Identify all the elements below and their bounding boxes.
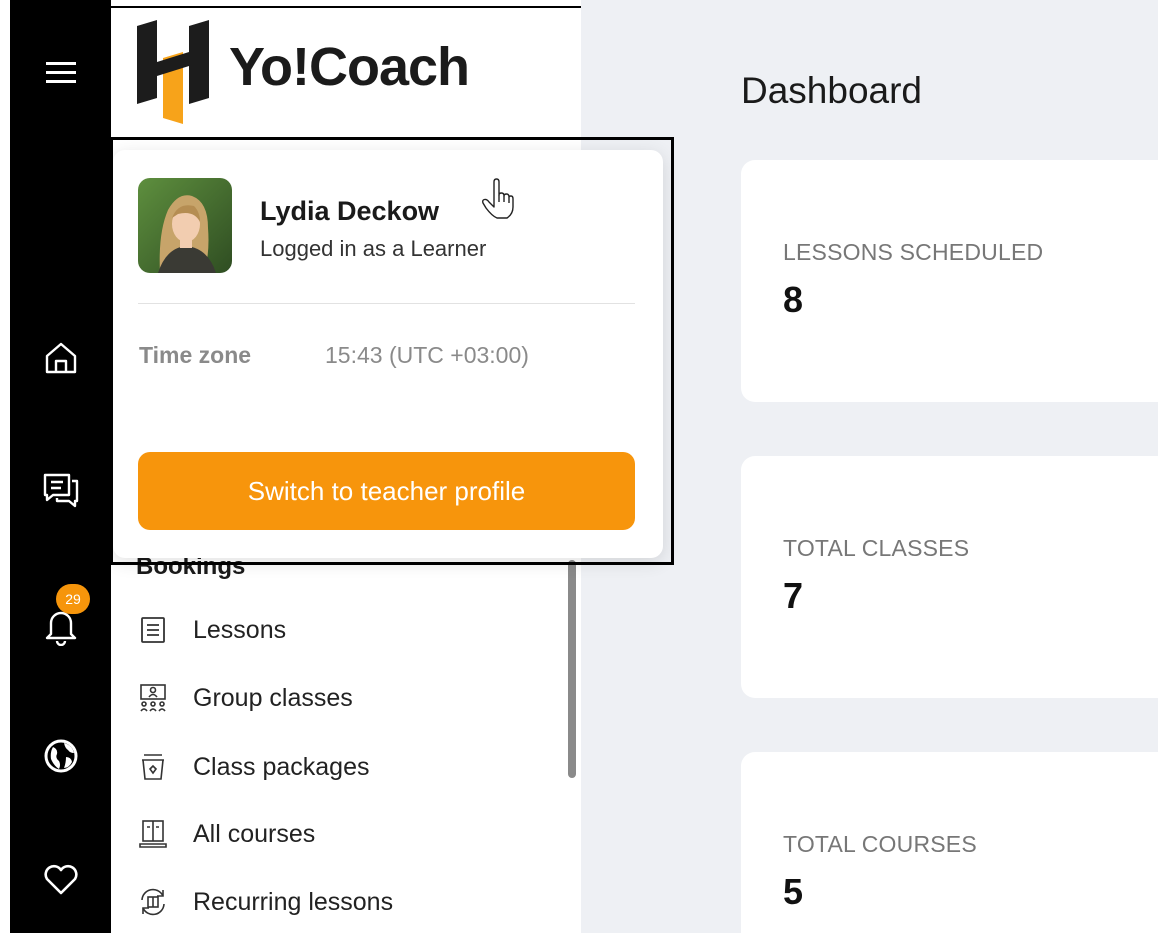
stat-card-value: 5 (783, 871, 804, 912)
stat-card-total-classes: TOTAL CLASSES 7 (741, 456, 1158, 698)
timezone-label: Time zone (139, 342, 252, 368)
icon-rail (10, 0, 111, 933)
sidebar-item-label: Group classes (193, 683, 353, 712)
sidebar-item-class-packages[interactable]: Class packages (136, 747, 369, 787)
globe-icon[interactable] (10, 728, 111, 784)
hand-cursor-icon (480, 178, 516, 220)
list-icon (136, 613, 170, 647)
chat-icon[interactable] (10, 462, 111, 518)
sidebar-item-label: Recurring lessons (193, 887, 394, 916)
switch-to-teacher-profile-button[interactable]: Switch to teacher profile (138, 452, 635, 530)
heart-icon[interactable] (10, 852, 111, 908)
stat-card-label: LESSONS SCHEDULED (783, 239, 1044, 265)
stat-card-label: TOTAL CLASSES (783, 535, 970, 561)
group-icon (136, 681, 170, 715)
avatar (138, 178, 232, 273)
sidebar-item-label: Class packages (193, 752, 370, 781)
package-icon (136, 750, 170, 784)
sidebar-item-label: Lessons (193, 615, 287, 644)
sidebar-item-all-courses[interactable]: All courses (136, 814, 315, 854)
sidebar-item-recurring-lessons[interactable]: Recurring lessons (136, 882, 393, 922)
recurring-icon (136, 885, 170, 919)
yocoach-logo-icon[interactable] (137, 20, 209, 124)
popup-divider (138, 303, 635, 304)
sidebar-item-label: All courses (193, 819, 316, 848)
home-icon[interactable] (10, 330, 111, 386)
notification-badge: 29 (56, 584, 90, 614)
top-border (111, 6, 581, 8)
stat-card-label: TOTAL COURSES (783, 831, 977, 857)
user-name: Lydia Deckow (260, 196, 440, 226)
stat-card-value: 7 (783, 575, 804, 616)
stat-card-lessons-scheduled: LESSONS SCHEDULED 8 (741, 160, 1158, 402)
book-icon (136, 817, 170, 851)
sidebar-scrollbar[interactable] (568, 560, 576, 778)
stat-card-total-courses: TOTAL COURSES 5 (741, 752, 1158, 933)
sidebar-item-lessons[interactable]: Lessons (136, 610, 286, 650)
stat-card-value: 8 (783, 279, 804, 320)
brand-name: Yo!Coach (229, 37, 470, 97)
user-role: Logged in as a Learner (260, 236, 487, 261)
page-title: Dashboard (741, 70, 923, 111)
sidebar-item-group-classes[interactable]: Group classes (136, 678, 353, 718)
hamburger-icon[interactable] (10, 45, 111, 101)
timezone-value: 15:43 (UTC +03:00) (325, 342, 529, 368)
